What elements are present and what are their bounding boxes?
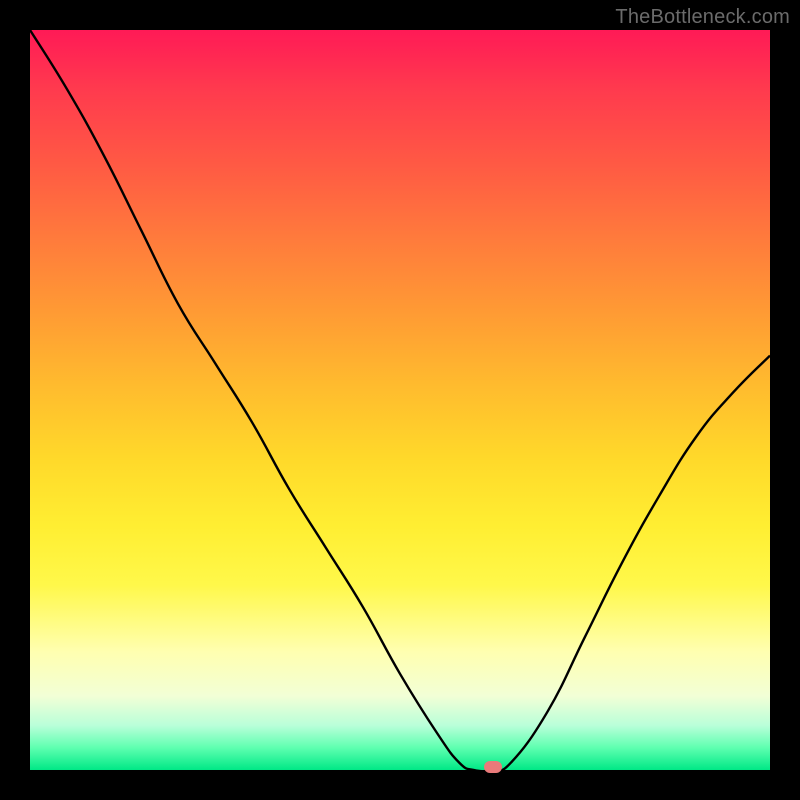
bottleneck-curve-svg	[30, 30, 770, 770]
bottleneck-curve-path	[30, 30, 770, 770]
optimal-point-marker	[484, 761, 502, 773]
watermark-text: TheBottleneck.com	[615, 6, 790, 29]
